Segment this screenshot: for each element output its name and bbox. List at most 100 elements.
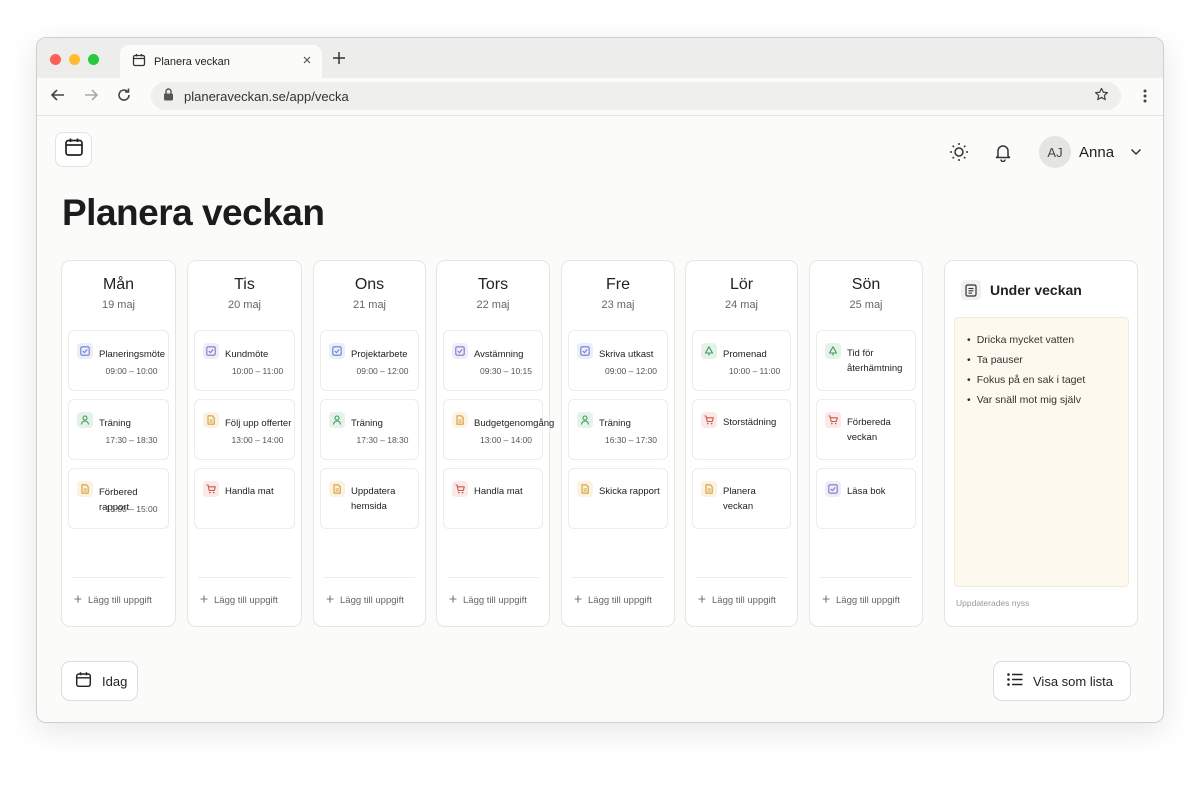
task-title: Tid för återhämtning — [847, 348, 903, 374]
task-card[interactable]: Promenad 10:00 – 11:00 — [692, 330, 791, 391]
task-time: 13:00 – 14:00 — [480, 435, 532, 445]
app-logo-button[interactable] — [55, 132, 92, 167]
plus-icon — [822, 595, 830, 606]
task-card[interactable]: Avstämning 09:30 – 10:15 — [443, 330, 543, 391]
task-card[interactable]: Kundmöte 10:00 – 11:00 — [194, 330, 295, 391]
person-icon — [77, 412, 93, 428]
back-arrow-icon[interactable] — [50, 87, 66, 108]
bell-notification-icon[interactable] — [993, 142, 1013, 167]
task-title: Budgetgenomgång — [474, 418, 555, 429]
reload-icon[interactable] — [116, 87, 132, 108]
task-title: Uppdatera hemsida — [351, 486, 396, 512]
today-button[interactable]: Idag — [61, 661, 138, 701]
url-text: planeraveckan.se/app/vecka — [184, 88, 349, 104]
add-task-button[interactable]: Lägg till uppgift — [822, 595, 900, 606]
task-card[interactable]: Träning 17:30 – 18:30 — [320, 399, 419, 460]
task-title: Läsa bok — [847, 486, 886, 497]
list-icon — [1007, 673, 1023, 689]
task-card[interactable]: Planera veckan — [692, 468, 791, 529]
task-card[interactable]: Tid för återhämtning — [816, 330, 916, 391]
add-task-label: Lägg till uppgift — [88, 595, 152, 606]
document-icon — [452, 412, 468, 428]
app-content: AJ Anna Planera veckan Mån 19 maj Planer… — [37, 116, 1163, 722]
browser-menu-icon[interactable] — [1143, 89, 1147, 108]
task-card[interactable]: Träning 17:30 – 18:30 — [68, 399, 169, 460]
day-column-0: Mån 19 maj Planeringsmöte 09:00 – 10:00 … — [61, 260, 176, 627]
task-card[interactable]: Uppdatera hemsida — [320, 468, 419, 529]
task-time: 17:30 – 18:30 — [105, 435, 158, 445]
day-name: Lör — [729, 276, 754, 293]
task-title: Handla mat — [225, 486, 274, 497]
day-name: Fre — [606, 276, 630, 293]
browser-tab[interactable]: Planera veckan — [120, 45, 322, 78]
task-card[interactable]: Storstädning — [692, 399, 791, 460]
task-card[interactable]: Skicka rapport — [568, 468, 668, 529]
task-card[interactable]: Förbereda veckan — [816, 399, 916, 460]
tab-title: Planera veckan — [154, 55, 230, 68]
task-card[interactable]: Handla mat — [443, 468, 543, 529]
add-task-button[interactable]: Lägg till uppgift — [449, 595, 527, 606]
day-column-4: Fre 23 maj Skriva utkast 09:00 – 12:00 T… — [561, 260, 675, 627]
day-column-5: Lör 24 maj Promenad 10:00 – 11:00 Storst… — [685, 260, 798, 627]
cart-icon — [452, 481, 468, 497]
task-card[interactable]: Förbered rapport 13:00 – 15:00 — [68, 468, 169, 529]
task-card[interactable]: Följ upp offerter 13:00 – 14:00 — [194, 399, 295, 460]
browser-toolbar: planeraveckan.se/app/vecka — [37, 78, 1163, 116]
day-date: 22 maj — [476, 299, 510, 311]
task-time: 10:00 – 11:00 — [728, 366, 781, 376]
task-time: 13:00 – 15:00 — [105, 504, 158, 514]
notes-header: Under veckan — [961, 280, 1082, 300]
lock-icon — [163, 88, 174, 104]
maximize-window-button[interactable] — [88, 54, 99, 65]
task-title: Storstädning — [723, 417, 777, 428]
list-view-label: Visa som lista — [1033, 673, 1113, 689]
task-title: Förbereda veckan — [847, 417, 891, 443]
bookmark-star-icon[interactable] — [1094, 87, 1109, 105]
task-card[interactable]: Träning 16:30 – 17:30 — [568, 399, 668, 460]
plus-icon — [449, 595, 457, 606]
close-window-button[interactable] — [50, 54, 61, 65]
check-icon — [77, 343, 93, 359]
calendar-favicon-icon — [132, 53, 146, 70]
day-column-3: Tors 22 maj Avstämning 09:30 – 10:15 Bud… — [436, 260, 555, 627]
add-task-button[interactable]: Lägg till uppgift — [74, 595, 152, 606]
task-title: Planeringsmöte — [99, 349, 166, 360]
minimize-window-button[interactable] — [69, 54, 80, 65]
day-column-2: Ons 21 maj Projektarbete 09:00 – 12:00 T… — [313, 260, 426, 627]
add-task-label: Lägg till uppgift — [836, 595, 900, 606]
task-card[interactable]: Skriva utkast 09:00 – 12:00 — [568, 330, 668, 391]
notes-title: Under veckan — [990, 282, 1082, 298]
day-date: 24 maj — [724, 299, 759, 311]
list-view-button[interactable]: Visa som lista — [993, 661, 1131, 701]
document-icon — [701, 481, 717, 497]
add-task-label: Lägg till uppgift — [214, 595, 278, 606]
forward-arrow-icon[interactable] — [83, 87, 99, 108]
notes-textarea[interactable]: Dricka mycket vatten Ta pauser Fokus på … — [954, 317, 1129, 587]
add-task-button[interactable]: Lägg till uppgift — [200, 595, 278, 606]
task-time: 13:00 – 14:00 — [231, 435, 284, 445]
sun-theme-icon[interactable] — [949, 142, 969, 167]
plus-icon — [200, 595, 208, 606]
notes-panel: Under veckan Dricka mycket vatten Ta pau… — [944, 260, 1138, 627]
person-icon — [577, 412, 593, 428]
add-task-button[interactable]: Lägg till uppgift — [326, 595, 404, 606]
divider — [447, 577, 539, 578]
task-card[interactable]: Handla mat — [194, 468, 295, 529]
day-name: Tors — [477, 276, 509, 293]
cart-icon — [203, 481, 219, 497]
add-task-button[interactable]: Lägg till uppgift — [698, 595, 776, 606]
task-card[interactable]: Budgetgenomgång 13:00 – 14:00 — [443, 399, 555, 460]
address-bar[interactable]: planeraveckan.se/app/vecka — [151, 82, 1121, 110]
task-card[interactable]: Planeringsmöte 09:00 – 10:00 — [68, 330, 169, 391]
task-title: Träning — [99, 418, 131, 429]
check-icon — [329, 343, 345, 359]
task-card[interactable]: Projektarbete 09:00 – 12:00 — [320, 330, 419, 391]
add-task-button[interactable]: Lägg till uppgift — [574, 595, 652, 606]
add-task-label: Lägg till uppgift — [463, 595, 527, 606]
close-tab-icon[interactable] — [302, 55, 312, 68]
user-menu[interactable]: AJ Anna — [1039, 136, 1142, 168]
day-name: Mån — [102, 276, 135, 293]
calendar-icon — [75, 671, 92, 691]
new-tab-button[interactable] — [332, 50, 346, 68]
task-card[interactable]: Läsa bok — [816, 468, 916, 529]
